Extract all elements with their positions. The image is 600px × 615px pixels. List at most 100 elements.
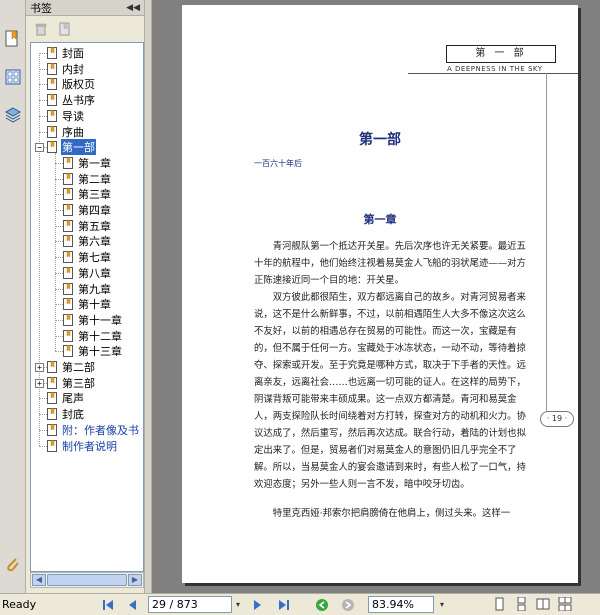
collapse-panel-icon[interactable]: ◀◀ (126, 3, 140, 13)
bookmark-item[interactable]: 第三部 (47, 375, 96, 391)
bookmark-item[interactable]: 第十一章 (63, 312, 123, 328)
bookmark-item[interactable]: 第四章 (63, 202, 112, 218)
bookmark-item[interactable]: 制作者说明 (47, 438, 118, 454)
collapse-node-icon[interactable]: − (35, 143, 44, 153)
tree-guide-line (55, 351, 63, 353)
bookmark-label: 第三章 (78, 188, 111, 202)
page-dropdown-arrow-icon[interactable]: ▾ (232, 597, 244, 612)
previous-page-button[interactable] (124, 597, 140, 613)
bookmark-item[interactable]: 尾声 (47, 390, 85, 406)
part-subtitle: 一百六十年后 (254, 159, 302, 168)
bookmark-icon (63, 156, 73, 169)
tree-guide-line (55, 288, 63, 290)
forward-arrow-icon (342, 599, 354, 611)
bookmark-item[interactable]: 版权页 (47, 76, 96, 92)
panel-splitter[interactable] (144, 0, 152, 593)
attachment-paperclip-icon[interactable] (4, 556, 22, 574)
bookmark-icon (63, 345, 73, 358)
go-back-button[interactable] (314, 597, 330, 613)
continuous-facing-layout-button[interactable] (558, 596, 574, 613)
bookmark-item[interactable]: 序曲 (47, 124, 85, 140)
bookmark-item[interactable]: 第七章 (63, 249, 112, 265)
bookmark-item[interactable]: 第二章 (63, 171, 112, 187)
bookmark-item[interactable]: 第十章 (63, 296, 112, 312)
page-number-input[interactable]: 29 / 873 (148, 596, 232, 613)
continuous-layout-button[interactable] (514, 596, 530, 613)
next-page-button[interactable] (250, 597, 266, 613)
bookmark-item[interactable]: 第十三章 (63, 343, 123, 359)
bookmark-label: 第六章 (78, 235, 111, 249)
document-page: 第 一 部 A DEEPNESS IN THE SKY · 19 · 第一部 一… (182, 5, 578, 583)
bookmark-icon (63, 251, 73, 264)
tree-guide-line (55, 257, 63, 259)
bookmark-label: 导读 (62, 109, 84, 123)
bookmark-item[interactable]: 第六章 (63, 233, 112, 249)
bookmark-item[interactable]: 第一部 (47, 139, 96, 156)
bookmark-item[interactable]: 第五章 (63, 218, 112, 234)
bookmark-icon (63, 235, 73, 248)
bookmark-item[interactable]: 第一章 (63, 155, 112, 171)
paragraph: 双方彼此都很陌生，双方都远离自己的故乡。对青河贸易者来说，这不是什么新鲜事，不过… (254, 292, 526, 490)
bookmark-label: 第二章 (78, 172, 111, 186)
bookmark-label: 内封 (62, 62, 84, 76)
page-number: · 19 · (540, 411, 574, 427)
bookmark-icon (63, 188, 73, 201)
bookmark-icon (47, 439, 57, 452)
bookmark-icon (47, 94, 57, 107)
bookmark-panel: 书签 ◀◀ 封面 内封 版权页丛书序 导读 序曲 − 第一部 第一章第二章第三章 第四章 第五章第… (26, 0, 144, 593)
scroll-right-arrow-icon[interactable]: ▶ (128, 574, 142, 586)
first-page-button[interactable] (100, 597, 116, 613)
tree-guide-line (39, 100, 47, 102)
bookmark-label: 尾声 (62, 392, 84, 406)
bookmark-panel-header: 书签 ◀◀ (26, 0, 144, 16)
new-bookmark-icon[interactable] (58, 22, 72, 36)
tree-guide-line (39, 68, 47, 70)
facing-layout-button[interactable] (536, 597, 552, 613)
bookmark-icon (47, 141, 57, 154)
tree-guide-line (55, 319, 63, 321)
first-page-icon (103, 600, 113, 610)
bookmark-item[interactable]: 内封 (47, 61, 85, 77)
bookmark-icon (63, 172, 73, 185)
scroll-thumb[interactable] (47, 574, 127, 586)
last-page-button[interactable] (276, 597, 292, 613)
bookmark-label: 第一章 (78, 156, 111, 170)
running-header: 第 一 部 (446, 45, 556, 63)
tree-guide-line (39, 115, 47, 117)
status-bar: Ready 29 / 873 ▾ 83.94% ▾ (0, 593, 600, 615)
bookmark-item[interactable]: 封底 (47, 406, 85, 422)
tree-guide-line (39, 445, 47, 447)
next-page-icon (254, 600, 261, 610)
bookmark-label: 丛书序 (62, 94, 95, 108)
bookmark-item[interactable]: 附：作者像及书 (47, 422, 140, 438)
tree-guide-line (39, 84, 47, 86)
navigation-rail (0, 0, 26, 593)
bookmark-item[interactable]: 第二部 (47, 359, 96, 375)
zoom-input[interactable]: 83.94% (368, 596, 434, 613)
tree-guide-line (39, 414, 47, 416)
go-forward-button[interactable] (340, 597, 356, 613)
scroll-left-arrow-icon[interactable]: ◀ (32, 574, 46, 586)
zoom-dropdown-arrow-icon[interactable]: ▾ (436, 597, 448, 612)
bookmark-item[interactable]: 丛书序 (47, 92, 96, 108)
bookmark-label: 第五章 (78, 219, 111, 233)
bookmark-item[interactable]: 第三章 (63, 186, 112, 202)
bookmark-label: 第七章 (78, 251, 111, 265)
bookmark-icon (47, 408, 57, 421)
expand-node-icon[interactable]: + (35, 378, 44, 388)
bookmark-item[interactable]: 封面 (47, 45, 85, 61)
bookmark-horizontal-scrollbar[interactable]: ◀ ▶ (30, 572, 144, 588)
bookmark-panel-icon (5, 30, 18, 47)
bookmarks-tab-button[interactable] (2, 28, 24, 50)
tree-guide-line (55, 178, 63, 180)
expand-node-icon[interactable]: + (35, 363, 44, 372)
bookmark-item[interactable]: 第九章 (63, 281, 112, 297)
bookmark-item[interactable]: 第十二章 (63, 328, 123, 344)
bookmark-item[interactable]: 导读 (47, 108, 85, 124)
layers-tab-button[interactable] (2, 104, 24, 126)
bookmark-item[interactable]: 第八章 (63, 265, 112, 281)
delete-bookmark-icon[interactable] (34, 22, 48, 36)
page-thumbnails-tab-button[interactable] (2, 66, 24, 88)
single-page-layout-button[interactable] (492, 597, 508, 613)
tree-guide-line (55, 241, 63, 243)
